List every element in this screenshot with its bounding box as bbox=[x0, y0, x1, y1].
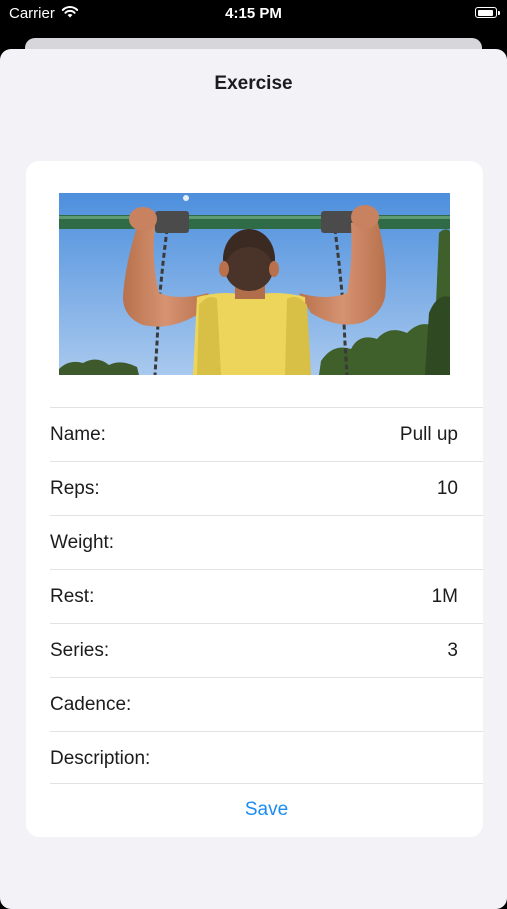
field-label-name: Name: bbox=[50, 424, 106, 445]
field-label-description: Description: bbox=[50, 748, 151, 769]
page-title: Exercise bbox=[214, 73, 293, 94]
field-row-name[interactable]: Name: Pull up bbox=[50, 407, 483, 461]
save-button[interactable]: Save bbox=[50, 783, 483, 837]
field-value-name[interactable]: Pull up bbox=[400, 424, 458, 446]
exercise-sheet: Exercise Name: Pull up Reps: 10 Weight: … bbox=[0, 49, 507, 909]
field-label-series: Series: bbox=[50, 640, 110, 661]
status-bar: Carrier 4:15 PM bbox=[0, 0, 507, 30]
field-row-cadence[interactable]: Cadence: bbox=[50, 677, 483, 731]
field-value-rest[interactable]: 1M bbox=[432, 586, 458, 608]
field-value-reps[interactable]: 10 bbox=[437, 478, 458, 500]
field-row-series[interactable]: Series: 3 bbox=[50, 623, 483, 677]
exercise-photo bbox=[59, 193, 450, 375]
field-label-weight: Weight: bbox=[50, 532, 115, 553]
status-time: 4:15 PM bbox=[225, 5, 282, 22]
field-row-reps[interactable]: Reps: 10 bbox=[50, 461, 483, 515]
exercise-card: Name: Pull up Reps: 10 Weight: Rest: 1M … bbox=[26, 161, 483, 837]
field-row-weight[interactable]: Weight: bbox=[50, 515, 483, 569]
field-label-cadence: Cadence: bbox=[50, 694, 132, 715]
field-row-rest[interactable]: Rest: 1M bbox=[50, 569, 483, 623]
field-label-rest: Rest: bbox=[50, 586, 95, 607]
battery-icon bbox=[475, 7, 500, 18]
field-row-description[interactable]: Description: bbox=[50, 731, 483, 785]
field-value-series[interactable]: 3 bbox=[447, 640, 458, 662]
field-label-reps: Reps: bbox=[50, 478, 100, 499]
